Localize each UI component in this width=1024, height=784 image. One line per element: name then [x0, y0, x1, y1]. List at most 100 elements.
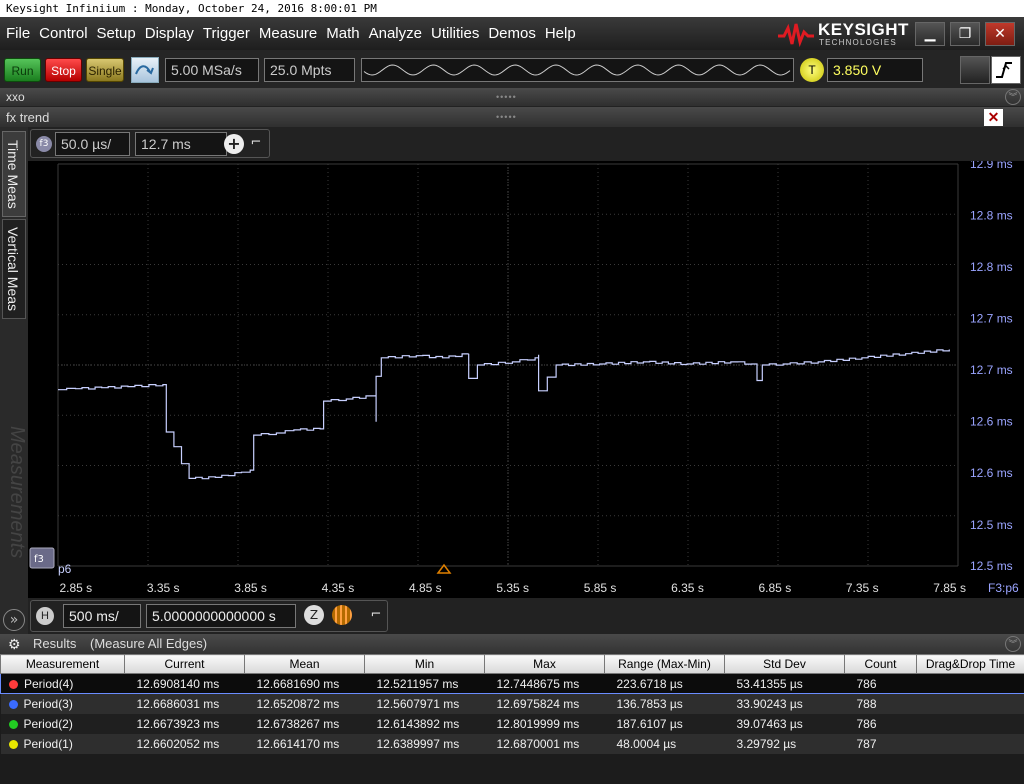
logo-sub: TECHNOLOGIES [819, 38, 897, 47]
trigger-button[interactable]: T [800, 58, 824, 82]
menu-measure[interactable]: Measure [259, 25, 317, 42]
menu-trigger[interactable]: Trigger [203, 25, 250, 42]
horizontal-badge[interactable]: H [36, 607, 54, 625]
x-tick-label: 7.85 s [933, 581, 966, 595]
tab-time-meas[interactable]: Time Meas [2, 131, 26, 217]
y-tick-label: 12.7 ms [970, 312, 1013, 326]
std-dev-cell: 33.90243 µs [724, 693, 845, 714]
count-cell: 786 [844, 673, 917, 694]
col-max[interactable]: Max [484, 654, 605, 674]
fx-trend-bar: fx trend ••••• ✕ [0, 106, 1024, 127]
measurement-name: Period(1) [23, 736, 73, 751]
grip-icon[interactable]: ••••• [496, 88, 517, 106]
results-header-row: Measurement Current Mean Min Max Range (… [0, 654, 1024, 674]
stop-button[interactable]: Stop [45, 58, 82, 82]
close-window-button[interactable]: ✕ [985, 22, 1015, 46]
menu-utilities[interactable]: Utilities [431, 25, 479, 42]
menu-control[interactable]: Control [39, 25, 87, 42]
table-row[interactable]: Period(4) 12.6908140 ms 12.6681690 ms 12… [0, 673, 1024, 694]
measurement-side-tabs: Time Meas Vertical Meas Measurements » [0, 127, 28, 634]
menu-setup[interactable]: Setup [97, 25, 136, 42]
menu-math[interactable]: Math [326, 25, 359, 42]
x-tick-label: 2.85 s [59, 581, 92, 595]
results-header: ⚙ Results (Measure All Edges) ︾ [0, 634, 1024, 654]
drag-drop-cell [916, 673, 1024, 694]
trigger-level-field[interactable]: 3.850 V [827, 58, 923, 82]
y-tick-label: 12.6 ms [970, 415, 1013, 429]
menu-demos[interactable]: Demos [488, 25, 536, 42]
gear-icon[interactable]: ⚙ [8, 637, 23, 652]
col-std-dev[interactable]: Std Dev [724, 654, 845, 674]
menu-display[interactable]: Display [145, 25, 194, 42]
count-cell: 786 [844, 713, 917, 734]
col-mean[interactable]: Mean [244, 654, 365, 674]
col-min[interactable]: Min [364, 654, 485, 674]
tab-vertical-meas[interactable]: Vertical Meas [2, 219, 26, 319]
table-row[interactable]: Period(3) 12.6686031 ms 12.6520872 ms 12… [0, 693, 1024, 714]
source-badge-icon [9, 679, 18, 689]
menu-file[interactable]: File [6, 25, 30, 42]
menu-items: File Control Setup Display Trigger Measu… [6, 17, 585, 50]
y-tick-label: 12.8 ms [970, 209, 1013, 223]
logo-name: KEYSIGHT [818, 20, 909, 39]
maximize-button[interactable]: ❐ [950, 22, 980, 46]
results-table-panel: Measurement Current Mean Min Max Range (… [0, 654, 1024, 784]
range-cell: 48.0004 µs [604, 733, 725, 754]
time-scale-field[interactable]: 50.0 µs/ [55, 132, 130, 156]
mean-cell: 12.6614170 ms [244, 733, 365, 754]
table-row[interactable]: Period(1) 12.6602052 ms 12.6614170 ms 12… [0, 733, 1024, 754]
x-tick-label: 5.35 s [496, 581, 529, 595]
std-dev-cell: 53.41355 µs [724, 673, 845, 694]
min-cell: 12.5211957 ms [364, 673, 485, 694]
col-measurement[interactable]: Measurement [0, 654, 125, 674]
current-cell: 12.6602052 ms [124, 733, 245, 754]
col-current[interactable]: Current [124, 654, 245, 674]
table-row[interactable]: Period(2) 12.6673923 ms 12.6738267 ms 12… [0, 713, 1024, 734]
measurement-name: Period(2) [23, 716, 73, 731]
time-offset-field[interactable]: 12.7 ms [135, 132, 227, 156]
grip-icon[interactable]: ••••• [496, 107, 517, 128]
single-button[interactable]: Single [86, 58, 124, 82]
sample-rate-field[interactable]: 5.00 MSa/s [165, 58, 259, 82]
zoom-icon[interactable]: Z [304, 605, 324, 625]
y-tick-label: 12.9 ms [970, 161, 1013, 171]
memory-depth-field[interactable]: 25.0 Mpts [264, 58, 355, 82]
results-mode: (Measure All Edges) [90, 636, 208, 651]
drag-drop-cell [916, 693, 1024, 714]
pin-icon[interactable]: ⌐ [246, 133, 266, 153]
measurements-watermark: Measurements [6, 425, 28, 559]
source-badge-icon [8, 719, 18, 729]
rising-edge-icon [996, 62, 1012, 78]
measurement-name-cell: Period(4) [0, 673, 125, 694]
toolbar-dock-button[interactable] [960, 56, 990, 84]
horizontal-scale-field[interactable]: 500 ms/ [63, 604, 141, 628]
menu-help[interactable]: Help [545, 25, 576, 42]
col-range[interactable]: Range (Max-Min) [604, 654, 725, 674]
trend-controls: f3 50.0 µs/ 12.7 ms + ⌐ [28, 127, 1024, 161]
trigger-edge-button[interactable] [991, 56, 1021, 84]
p6-marker-label: p6 [58, 562, 72, 576]
collapse-icon[interactable]: ︾ [1005, 89, 1021, 105]
close-trend-button[interactable]: ✕ [984, 109, 1003, 126]
count-cell: 787 [844, 733, 917, 754]
collapse-icon[interactable]: ︾ [1005, 636, 1021, 652]
function-badge[interactable]: f3 [36, 136, 52, 152]
max-cell: 12.6975824 ms [484, 693, 605, 714]
delay-knob-icon[interactable] [332, 605, 352, 625]
horizontal-position-field[interactable]: 5.0000000000000 s [146, 604, 296, 628]
minimize-button[interactable]: ▁ [915, 22, 945, 46]
autoscale-button[interactable] [131, 57, 159, 83]
x-tick-label: 6.85 s [759, 581, 792, 595]
drag-drop-cell [916, 733, 1024, 754]
zoom-plus-button[interactable]: + [224, 134, 244, 154]
col-count[interactable]: Count [844, 654, 917, 674]
std-dev-cell: 3.29792 µs [724, 733, 845, 754]
keysight-logo: KEYSIGHT TECHNOLOGIES [776, 20, 916, 50]
run-button[interactable]: Run [4, 58, 41, 82]
pin-icon[interactable]: ⌐ [366, 605, 386, 625]
col-drag-drop-time[interactable]: Drag&Drop Time [916, 654, 1024, 674]
expand-arrow-icon[interactable]: » [3, 609, 25, 631]
menu-analyze[interactable]: Analyze [369, 25, 422, 42]
restore-icon: ❐ [958, 26, 972, 42]
function-marker[interactable]: f3 [29, 547, 55, 569]
